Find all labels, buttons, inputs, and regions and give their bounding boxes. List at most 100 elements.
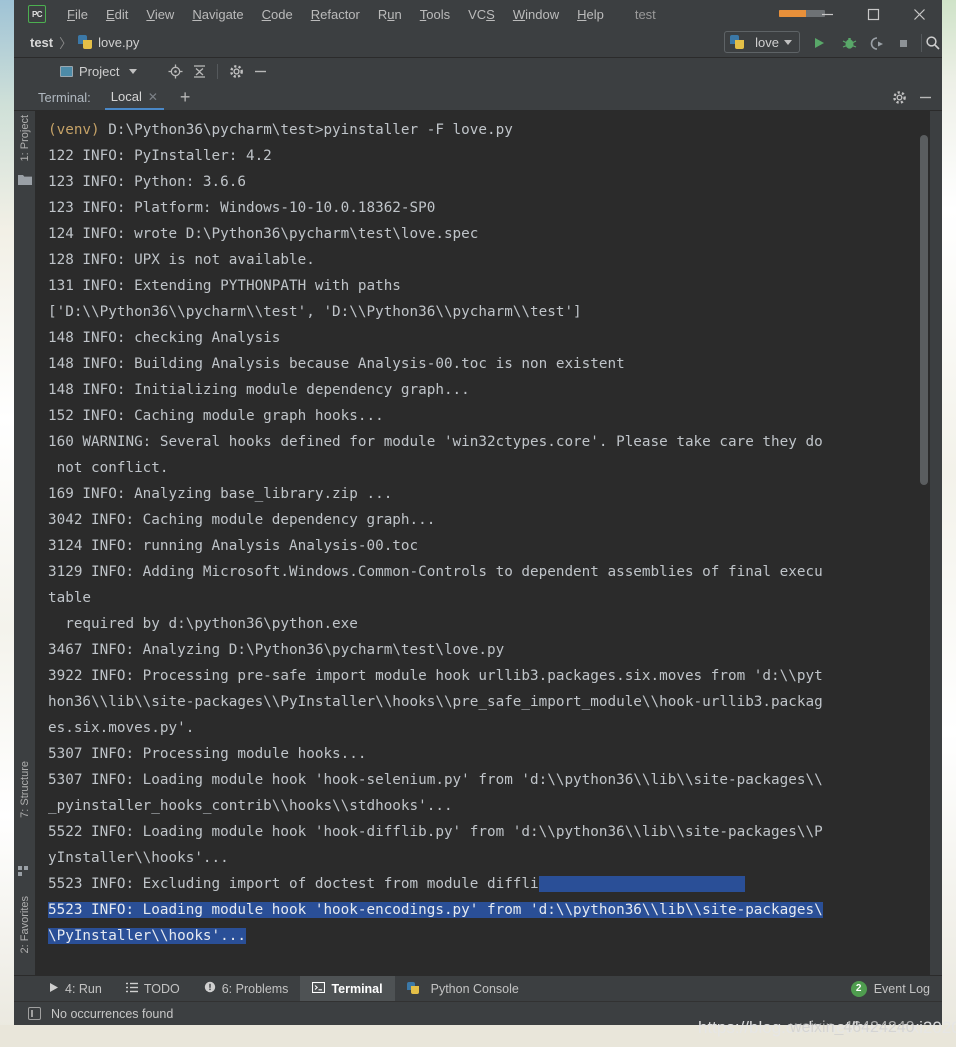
- terminal-line: 3129 INFO: Adding Microsoft.Windows.Comm…: [48, 564, 823, 580]
- close-icon[interactable]: [896, 0, 942, 28]
- terminal-line: 5307 INFO: Loading module hook 'hook-sel…: [48, 772, 823, 788]
- project-tool-label: Project: [79, 63, 120, 79]
- terminal-tab-local[interactable]: Local ✕: [104, 86, 164, 110]
- terminal-line: not conflict.: [48, 460, 169, 476]
- chevron-down-icon: [129, 68, 138, 74]
- terminal-line: 123 INFO: Python: 3.6.6: [48, 174, 246, 190]
- menu-item-navigate[interactable]: Navigate: [183, 3, 252, 26]
- breadcrumb-file[interactable]: love.py: [78, 35, 139, 50]
- minimize-icon[interactable]: [804, 0, 850, 28]
- terminal-line: 5307 INFO: Processing module hooks...: [48, 746, 367, 762]
- gear-icon[interactable]: [888, 87, 910, 107]
- close-icon[interactable]: ✕: [148, 91, 158, 103]
- terminal-line: 148 INFO: Building Analysis because Anal…: [48, 356, 625, 372]
- bottom-tool-window-bar: 4: Run TODO 6: Problems Terminal Python …: [14, 975, 942, 1002]
- debug-button[interactable]: [838, 32, 860, 54]
- terminal-line: _pyinstaller_hooks_contrib\\hooks\\stdho…: [48, 798, 453, 814]
- menu-item-view[interactable]: View: [137, 3, 183, 26]
- terminal-line: 3124 INFO: running Analysis Analysis-00.…: [48, 538, 419, 554]
- hide-panel-icon[interactable]: [249, 61, 271, 81]
- terminal-line: table: [48, 590, 92, 606]
- terminal-tab-label: Local: [110, 89, 142, 104]
- menu-item-tools[interactable]: Tools: [411, 3, 459, 26]
- watermark-user: weixin_46424240: [790, 1019, 915, 1036]
- main-body: 1: Project 7: Structure 2: Favorites (ve…: [14, 111, 942, 1013]
- terminal-line: 123 INFO: Platform: Windows-10-10.0.1836…: [48, 200, 436, 216]
- terminal-line: 124 INFO: wrote D:\Python36\pycharm\test…: [48, 226, 479, 242]
- menu-item-edit[interactable]: Edit: [97, 3, 137, 26]
- desktop-background-right: [942, 0, 956, 1047]
- settings-icon[interactable]: [225, 61, 247, 81]
- bottom-tab-problems[interactable]: 6: Problems: [192, 976, 301, 1002]
- terminal-tab-header: Terminal: Local ✕ +: [14, 84, 942, 111]
- bottom-tab-todo-label: TODO: [143, 981, 180, 996]
- terminal-scrollbar[interactable]: [918, 111, 930, 975]
- terminal-line: 152 INFO: Caching module graph hooks...: [48, 408, 384, 424]
- terminal-line: 5523 INFO: Loading module hook 'hook-enc…: [48, 902, 823, 918]
- right-tool-strip: [930, 111, 942, 975]
- run-button[interactable]: [808, 32, 830, 54]
- terminal-line: ['D:\\Python36\\pycharm\\test', 'D:\\Pyt…: [48, 304, 582, 320]
- sidebar-item-project[interactable]: 1: Project: [19, 115, 31, 161]
- window-title: test: [634, 6, 656, 22]
- event-log-badge: 2: [850, 980, 867, 997]
- menu-item-file[interactable]: File: [58, 3, 97, 26]
- terminal-line: yInstaller\\hooks'...: [48, 850, 229, 866]
- menu-item-refactor[interactable]: Refactor: [302, 3, 369, 26]
- breadcrumb-separator: 〉: [59, 36, 73, 51]
- run-icon: [48, 982, 59, 996]
- run-configuration-selector[interactable]: love: [724, 31, 800, 53]
- todo-list-icon: [125, 982, 138, 996]
- terminal-line: 160 WARNING: Several hooks defined for m…: [48, 434, 823, 450]
- terminal-line: 5523 INFO: Excluding import of doctest f…: [48, 871, 930, 897]
- terminal-line: \PyInstaller\\hooks'...: [48, 928, 246, 944]
- terminal-line: hon36\\lib\\site-packages\\PyInstaller\\…: [48, 694, 823, 710]
- run-configuration-name: love: [755, 34, 779, 50]
- sidebar-item-favorites[interactable]: 2: Favorites: [19, 896, 31, 953]
- bottom-tab-terminal[interactable]: Terminal: [300, 975, 395, 1002]
- tool-divider: [217, 63, 218, 79]
- terminal-output[interactable]: (venv) D:\Python36\pycharm\test>pyinstal…: [36, 111, 930, 975]
- project-tool-tab[interactable]: Project: [54, 62, 143, 81]
- left-tool-strip: 1: Project 7: Structure 2: Favorites: [14, 111, 36, 1013]
- event-log-button[interactable]: 2 Event Log: [850, 980, 930, 997]
- scrollbar-thumb[interactable]: [920, 135, 928, 485]
- terminal-line: 5522 INFO: Loading module hook 'hook-dif…: [48, 824, 823, 840]
- structure-icon: [18, 863, 32, 877]
- terminal-line: 148 INFO: Initializing module dependency…: [48, 382, 470, 398]
- menu-item-code[interactable]: Code: [253, 3, 302, 26]
- title-bar: PC File Edit View Navigate Code Refactor…: [14, 0, 942, 28]
- run-with-coverage-button[interactable]: [866, 32, 888, 54]
- menu-item-window[interactable]: Window: [504, 3, 568, 26]
- project-tool-actions: [164, 61, 271, 81]
- menu-item-run[interactable]: Run: [369, 3, 411, 26]
- bottom-tab-python-console-label: Python Console: [430, 981, 519, 996]
- terminal-line: required by d:\python36\python.exe: [48, 616, 358, 632]
- stop-button[interactable]: [892, 32, 914, 54]
- bottom-tab-run[interactable]: 4: Run: [36, 976, 114, 1002]
- search-icon[interactable]: [922, 32, 944, 54]
- window-controls: [804, 0, 942, 28]
- terminal-line: (venv) D:\Python36\pycharm\test>pyinstal…: [48, 122, 513, 138]
- project-tool-header: Project: [14, 58, 942, 84]
- breadcrumb-file-label: love.py: [98, 35, 140, 50]
- python-icon: [406, 982, 420, 995]
- bottom-tab-todo[interactable]: TODO: [114, 976, 192, 1002]
- menu-item-vcs[interactable]: VCS: [459, 3, 504, 26]
- collapse-all-icon[interactable]: [188, 61, 210, 81]
- folder-icon: [18, 173, 32, 187]
- problems-icon: [204, 981, 216, 996]
- chevron-down-icon: [784, 39, 792, 45]
- bottom-tab-problems-label: 6: Problems: [221, 981, 289, 996]
- breadcrumb-root[interactable]: test: [30, 35, 53, 50]
- maximize-icon[interactable]: [850, 0, 896, 28]
- minimize-icon[interactable]: [914, 87, 936, 107]
- new-terminal-tab-button[interactable]: +: [180, 87, 191, 110]
- bottom-tab-python-console[interactable]: Python Console: [395, 976, 531, 1002]
- terminal-line: 3922 INFO: Processing pre-safe import mo…: [48, 668, 823, 684]
- locate-icon[interactable]: [164, 61, 186, 81]
- menu-bar: File Edit View Navigate Code Refactor Ru…: [58, 3, 613, 26]
- menu-item-help[interactable]: Help: [568, 3, 613, 26]
- progress-bar-fill: [779, 10, 806, 17]
- sidebar-item-structure[interactable]: 7: Structure: [19, 761, 31, 818]
